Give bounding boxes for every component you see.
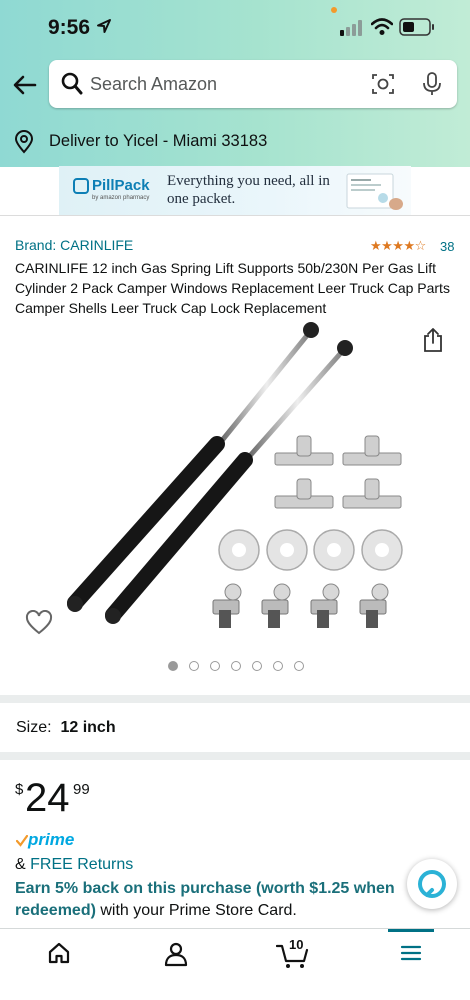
alexa-icon [418,870,446,898]
search-input[interactable]: Search Amazon [90,74,217,95]
battery-icon [399,18,434,36]
wishlist-heart-icon[interactable] [25,610,53,636]
banner-divider [0,215,470,216]
brand-link[interactable]: Brand: CARINLIFE [15,237,133,253]
search-bar[interactable]: Search Amazon [49,60,457,108]
privacy-indicator [331,7,337,13]
deliver-address[interactable]: Deliver to Yicel - Miami 33183 [49,132,267,151]
price-fraction: 99 [73,781,90,798]
carousel-dot[interactable] [273,661,283,671]
section-separator [0,695,470,703]
price-symbol: $ [15,781,24,798]
carousel-dot[interactable] [189,661,199,671]
location-arrow-icon [97,19,111,33]
prime-check-icon [16,835,28,847]
pillpack-logo-subtext: by amazon pharmacy [92,195,150,201]
pill-packet-image [346,173,403,210]
size-value: 12 inch [60,719,116,736]
location-pin-icon [14,130,34,154]
cellular-signal-icon [340,20,362,36]
pillpack-logo-icon [73,178,89,194]
search-icon [61,72,83,95]
product-image[interactable] [55,318,425,638]
banner-tagline: Everything you need, all in one packet. [167,173,330,207]
rating-stars[interactable]: ★★★★☆ [370,238,426,254]
free-returns-link[interactable]: FREE Returns [30,856,133,873]
product-title: CARINLIFE 12 inch Gas Spring Lift Suppor… [15,260,450,316]
store-card-offer[interactable]: Earn 5% back on this purchase (worth $1.… [15,878,415,922]
back-arrow-icon[interactable] [10,70,40,100]
price-whole: 24 [25,776,70,820]
bottom-navigation: 10 [0,928,470,1000]
camera-search-icon[interactable] [371,72,395,96]
earn-offer-rest: with your Prime Store Card. [95,902,297,919]
carousel-dot[interactable] [168,661,178,671]
active-tab-indicator [388,929,434,932]
menu-icon[interactable] [399,941,423,965]
returns-prefix: & [15,856,31,873]
status-time: 9:56 [48,16,91,39]
deliver-to-bar[interactable]: Deliver to Yicel - Miami 33183 [0,118,470,166]
carousel-dot[interactable] [210,661,220,671]
pillpack-banner-ad[interactable]: PillPack by amazon pharmacy Everything y… [59,166,411,215]
home-icon[interactable] [47,941,71,965]
rating-count[interactable]: 38 [440,239,454,254]
account-icon[interactable] [164,941,188,967]
size-selector[interactable]: Size: 12 inch [16,719,116,737]
status-bar: 9:56 [0,0,470,56]
carousel-dot[interactable] [231,661,241,671]
section-separator [0,752,470,760]
free-returns: & FREE Returns [15,856,133,874]
alexa-button[interactable] [407,859,457,909]
wifi-icon [371,18,393,35]
prime-label: prime [28,830,75,849]
carousel-dot[interactable] [252,661,262,671]
image-carousel-dots[interactable] [168,661,308,673]
microphone-icon[interactable] [421,71,443,97]
pillpack-logo-text: PillPack [92,177,150,194]
carousel-dot[interactable] [294,661,304,671]
size-label: Size: [16,719,52,736]
cart-count-badge: 10 [289,937,304,952]
